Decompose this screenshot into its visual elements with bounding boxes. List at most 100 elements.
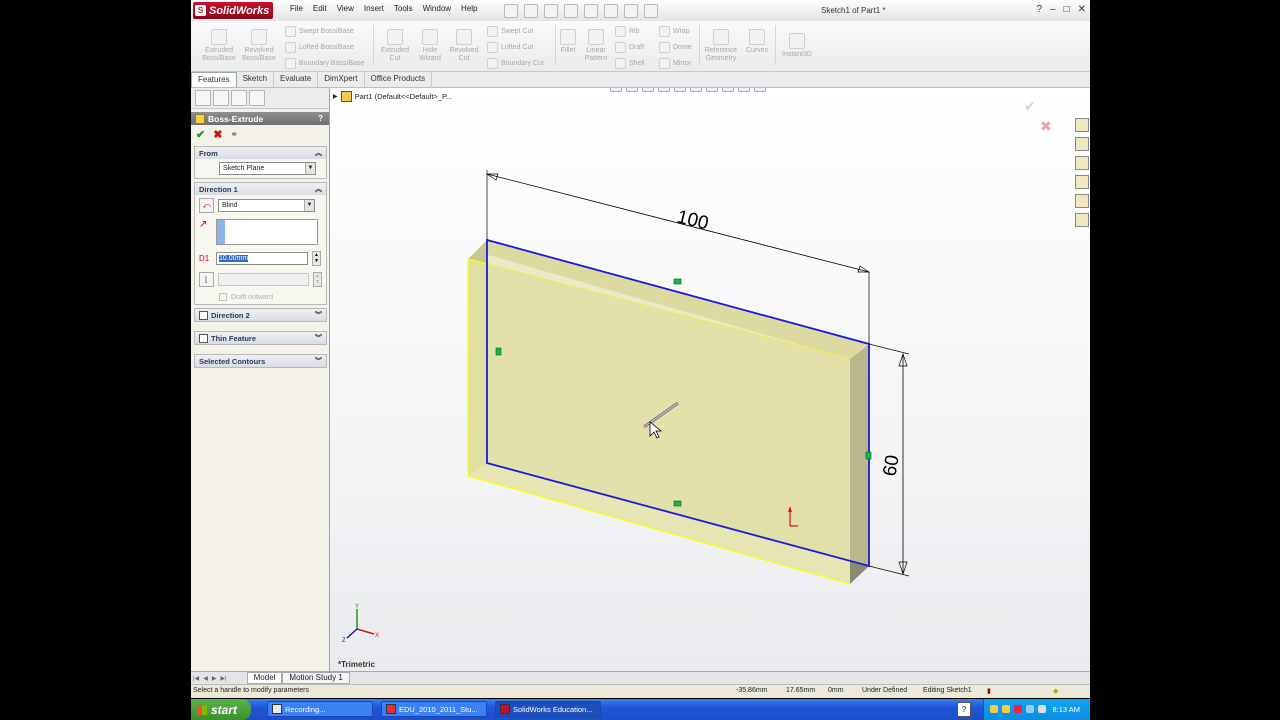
selected-contours-group-header[interactable]: Selected Contours ︾ <box>195 355 326 367</box>
save-icon[interactable] <box>544 4 558 18</box>
last-tab-arrow-icon[interactable]: ▶| <box>218 675 228 682</box>
ok-button[interactable]: ✔ <box>196 128 205 141</box>
thin-feature-checkbox[interactable] <box>199 333 208 343</box>
edge-handle[interactable] <box>673 278 682 285</box>
tray-security-icon[interactable] <box>1002 705 1010 713</box>
graphics-area[interactable]: 100 60 Y X Z ▶ Part1 (Default<<Default>_… <box>330 88 1090 671</box>
wrap-tool[interactable]: Wrap <box>659 26 690 37</box>
revolved-boss-tool[interactable]: Revolved Boss/Base <box>241 29 277 63</box>
depth-spinner[interactable]: ▲ ▼ <box>312 251 321 266</box>
new-icon[interactable] <box>504 4 518 18</box>
custom-properties-icon[interactable] <box>1075 213 1089 227</box>
start-button[interactable]: start <box>191 699 251 720</box>
detailed-preview-icon[interactable]: ⚭ <box>230 129 238 140</box>
doc-minimize-button[interactable]: – <box>1047 88 1053 90</box>
doc-close-button[interactable]: ✕ <box>1076 88 1084 90</box>
dome-tool[interactable]: Dome <box>659 42 692 53</box>
view-settings-icon[interactable] <box>754 88 766 92</box>
zoom-to-fit-icon[interactable] <box>610 88 622 92</box>
configuration-manager-icon[interactable] <box>231 90 247 106</box>
solidworks-logo[interactable]: S SolidWorks <box>193 2 274 19</box>
undo-icon[interactable] <box>584 4 598 18</box>
taskbar-item-pdf[interactable]: EDU_2010_2011_Stu... <box>381 701 487 717</box>
linear-pattern-tool[interactable]: Linear Pattern <box>581 29 611 63</box>
doc-restore-button[interactable]: ⧉ <box>1060 88 1067 90</box>
file-explorer-icon[interactable] <box>1075 156 1089 170</box>
next-tab-arrow-icon[interactable]: ▶ <box>210 675 219 682</box>
menu-insert[interactable]: Insert <box>359 4 389 13</box>
boundary-boss-tool[interactable]: Boundary Boss/Base <box>285 58 364 69</box>
mirror-tool[interactable]: Mirror <box>659 58 691 69</box>
section-view-icon[interactable] <box>658 88 670 92</box>
solidworks-resources-icon[interactable] <box>1075 118 1089 132</box>
confirmation-ok-icon[interactable]: ✔ <box>1024 98 1036 115</box>
options-icon[interactable] <box>644 4 658 18</box>
tree-item-part1[interactable]: Part1 (Default<<Default>_P... <box>355 92 453 101</box>
cancel-button[interactable]: ✖ <box>213 128 222 141</box>
reference-geometry-tool[interactable]: Reference Geometry <box>701 29 741 63</box>
tab-motion-study[interactable]: Motion Study 1 <box>282 672 350 684</box>
hide-show-items-icon[interactable] <box>706 88 718 92</box>
menu-edit[interactable]: Edit <box>308 4 332 13</box>
tab-office-products[interactable]: Office Products <box>365 72 433 87</box>
menu-tools[interactable]: Tools <box>389 4 418 13</box>
tab-dimxpert[interactable]: DimXpert <box>318 72 365 87</box>
appearances-icon[interactable] <box>1075 194 1089 208</box>
edit-appearance-icon[interactable] <box>722 88 734 92</box>
instant3d-tool[interactable]: Instant3D <box>777 33 817 59</box>
draft-spinner[interactable]: ▲ ▼ <box>313 272 322 287</box>
shell-tool[interactable]: Shell <box>615 58 645 69</box>
design-library-icon[interactable] <box>1075 137 1089 151</box>
rib-tool[interactable]: Rib <box>615 26 640 37</box>
print-icon[interactable] <box>564 4 578 18</box>
end-condition-select[interactable]: Blind ▼ <box>218 199 315 212</box>
edge-handle[interactable] <box>865 451 872 460</box>
flyout-feature-tree[interactable]: ▶ Part1 (Default<<Default>_P... <box>333 91 452 102</box>
menu-view[interactable]: View <box>332 4 359 13</box>
apply-scene-icon[interactable] <box>738 88 750 92</box>
property-manager-icon[interactable] <box>213 90 229 106</box>
expand-arrow-icon[interactable]: ▶ <box>333 93 338 100</box>
menu-file[interactable]: File <box>285 4 308 13</box>
extruded-cut-tool[interactable]: Extruded Cut <box>377 29 413 63</box>
draft-angle-input[interactable] <box>217 273 310 286</box>
taskbar-item-recording[interactable]: Recording... <box>267 701 373 717</box>
tab-evaluate[interactable]: Evaluate <box>274 72 319 87</box>
dimxpert-manager-icon[interactable] <box>249 90 265 106</box>
rebuild-icon[interactable] <box>624 4 638 18</box>
menu-window[interactable]: Window <box>418 4 456 13</box>
edge-handle[interactable] <box>495 347 502 356</box>
swept-boss-tool[interactable]: Swept Boss/Base <box>285 26 354 37</box>
reverse-direction-icon[interactable]: ⤺ <box>199 198 214 213</box>
rebuild-indicator-icon[interactable]: ▮ <box>987 687 991 695</box>
first-tab-arrow-icon[interactable]: |◀ <box>191 675 201 682</box>
dimension-width-label[interactable]: 100 <box>675 206 711 234</box>
tray-shield-icon[interactable] <box>990 705 998 713</box>
language-help-icon[interactable]: ? <box>957 702 971 717</box>
tab-model[interactable]: Model <box>246 672 283 684</box>
close-button[interactable]: ✕ <box>1078 4 1086 15</box>
draft-tool[interactable]: Draft <box>615 42 644 53</box>
zoom-to-area-icon[interactable] <box>626 88 638 92</box>
tray-volume-icon[interactable] <box>1038 705 1046 713</box>
tray-clock[interactable]: 8:13 AM <box>1052 705 1080 714</box>
swept-cut-tool[interactable]: Swept Cut <box>487 26 533 37</box>
fillet-tool[interactable]: Fillet <box>557 29 579 55</box>
edge-handle[interactable] <box>673 500 682 507</box>
tab-features[interactable]: Features <box>191 72 237 87</box>
taskbar-item-solidworks[interactable]: SolidWorks Education... <box>495 701 601 717</box>
thin-feature-group-header[interactable]: Thin Feature ︾ <box>195 332 326 344</box>
select-icon[interactable] <box>604 4 618 18</box>
quick-tips-icon[interactable]: ◆ <box>1053 687 1058 695</box>
dimension-height-label[interactable]: 60 <box>879 453 903 477</box>
view-orientation-icon[interactable] <box>674 88 686 92</box>
menu-help[interactable]: Help <box>456 4 482 13</box>
draft-toggle-icon[interactable]: ⌊ <box>199 272 214 287</box>
from-group-header[interactable]: From ︽ <box>195 147 326 159</box>
confirmation-cancel-icon[interactable]: ✖ <box>1040 118 1052 135</box>
previous-view-icon[interactable] <box>642 88 654 92</box>
hole-wizard-tool[interactable]: Hole Wizard <box>413 29 447 63</box>
feature-manager-icon[interactable] <box>195 90 211 106</box>
help-icon[interactable]: ? <box>1036 4 1042 15</box>
revolved-cut-tool[interactable]: Revolved Cut <box>447 29 481 63</box>
